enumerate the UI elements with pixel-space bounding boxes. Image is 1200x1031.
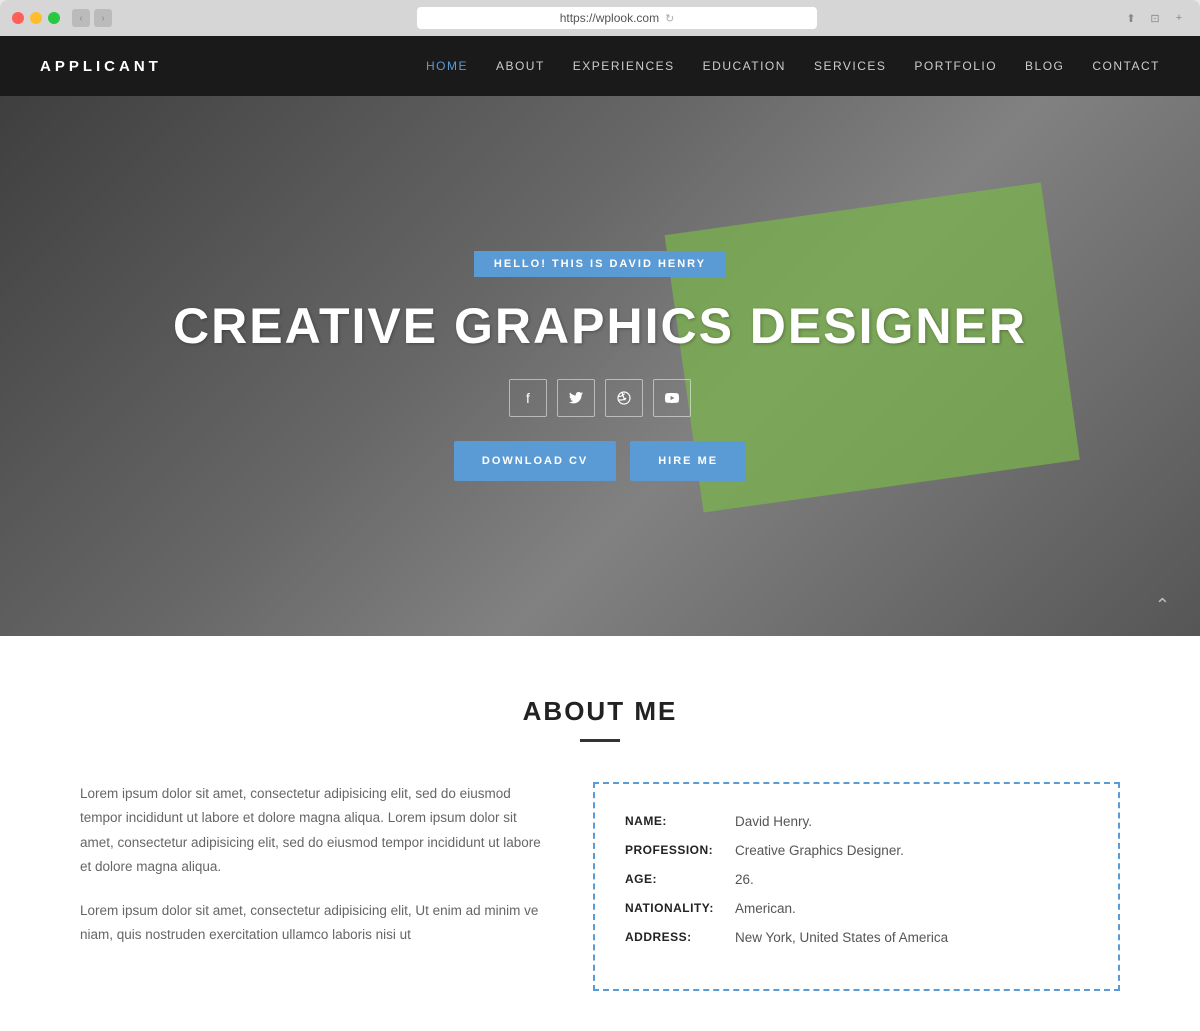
hero-content: HELLO! THIS IS DAVID HENRY CREATIVE GRAP… xyxy=(173,251,1027,481)
site-navigation: APPLICANT HOME ABOUT EXPERIENCES EDUCATI… xyxy=(0,36,1200,96)
info-nationality-label: NATIONALITY: xyxy=(625,901,735,915)
about-text-block: Lorem ipsum dolor sit amet, consectetur … xyxy=(80,782,543,991)
youtube-icon[interactable] xyxy=(653,379,691,417)
nav-home[interactable]: HOME xyxy=(426,59,468,73)
about-paragraph-1: Lorem ipsum dolor sit amet, consectetur … xyxy=(80,782,543,879)
info-address-value: New York, United States of America xyxy=(735,930,948,945)
info-name-row: NAME: David Henry. xyxy=(625,814,1088,829)
info-age-value: 26. xyxy=(735,872,754,887)
hero-title: CREATIVE GRAPHICS DESIGNER xyxy=(173,297,1027,355)
download-cv-button[interactable]: DOWNLOAD CV xyxy=(454,441,616,481)
nav-experiences[interactable]: EXPERIENCES xyxy=(573,59,675,73)
browser-window: ‹ › https://wplook.com ↻ ⬆ ⊡ + APPLICANT… xyxy=(0,0,1200,1031)
info-age-label: AGE: xyxy=(625,872,735,886)
info-profession-label: PROFESSION: xyxy=(625,843,735,857)
website-content: APPLICANT HOME ABOUT EXPERIENCES EDUCATI… xyxy=(0,36,1200,1031)
nav-about[interactable]: ABOUT xyxy=(496,59,545,73)
about-info-card: NAME: David Henry. PROFESSION: Creative … xyxy=(593,782,1120,991)
info-name-label: NAME: xyxy=(625,814,735,828)
sidebar-icon[interactable]: ⊡ xyxy=(1146,9,1164,27)
about-paragraph-2: Lorem ipsum dolor sit amet, consectetur … xyxy=(80,899,543,948)
nav-contact[interactable]: CONTACT xyxy=(1092,59,1160,73)
add-tab-icon[interactable]: + xyxy=(1170,9,1188,27)
hero-social-icons: f xyxy=(509,379,691,417)
about-content: Lorem ipsum dolor sit amet, consectetur … xyxy=(80,782,1120,991)
hire-me-button[interactable]: HIRE ME xyxy=(630,441,746,481)
site-logo: APPLICANT xyxy=(40,58,162,75)
about-section: ABOUT ME Lorem ipsum dolor sit amet, con… xyxy=(0,636,1200,1031)
url-text: https://wplook.com xyxy=(560,11,659,25)
about-section-title: ABOUT ME xyxy=(80,696,1120,727)
browser-nav-buttons: ‹ › xyxy=(72,9,112,27)
info-age-row: AGE: 26. xyxy=(625,872,1088,887)
nav-services[interactable]: SERVICES xyxy=(814,59,886,73)
close-button[interactable] xyxy=(12,12,24,24)
browser-control-buttons xyxy=(12,12,60,24)
forward-button[interactable]: › xyxy=(94,9,112,27)
maximize-button[interactable] xyxy=(48,12,60,24)
info-address-row: ADDRESS: New York, United States of Amer… xyxy=(625,930,1088,945)
refresh-icon[interactable]: ↻ xyxy=(665,12,674,25)
scroll-to-top-button[interactable]: ⌃ xyxy=(1155,595,1170,616)
address-bar[interactable]: https://wplook.com ↻ xyxy=(417,7,817,29)
share-icon[interactable]: ⬆ xyxy=(1122,9,1140,27)
info-name-value: David Henry. xyxy=(735,814,812,829)
info-profession-row: PROFESSION: Creative Graphics Designer. xyxy=(625,843,1088,858)
nav-blog[interactable]: BLOG xyxy=(1025,59,1064,73)
hero-buttons: DOWNLOAD CV HIRE ME xyxy=(454,441,746,481)
back-button[interactable]: ‹ xyxy=(72,9,90,27)
nav-links-list: HOME ABOUT EXPERIENCES EDUCATION SERVICE… xyxy=(426,57,1160,75)
section-divider xyxy=(580,739,620,742)
info-nationality-value: American. xyxy=(735,901,796,916)
minimize-button[interactable] xyxy=(30,12,42,24)
twitter-icon[interactable] xyxy=(557,379,595,417)
info-profession-value: Creative Graphics Designer. xyxy=(735,843,904,858)
hero-tagline: HELLO! THIS IS DAVID HENRY xyxy=(474,251,726,277)
info-nationality-row: NATIONALITY: American. xyxy=(625,901,1088,916)
browser-action-buttons: ⬆ ⊡ + xyxy=(1122,9,1188,27)
facebook-icon[interactable]: f xyxy=(509,379,547,417)
hero-section: HELLO! THIS IS DAVID HENRY CREATIVE GRAP… xyxy=(0,96,1200,636)
browser-titlebar: ‹ › https://wplook.com ↻ ⬆ ⊡ + xyxy=(0,0,1200,36)
info-address-label: ADDRESS: xyxy=(625,930,735,944)
nav-portfolio[interactable]: PORTFOLIO xyxy=(914,59,997,73)
dribbble-icon[interactable] xyxy=(605,379,643,417)
nav-education[interactable]: EDUCATION xyxy=(703,59,786,73)
